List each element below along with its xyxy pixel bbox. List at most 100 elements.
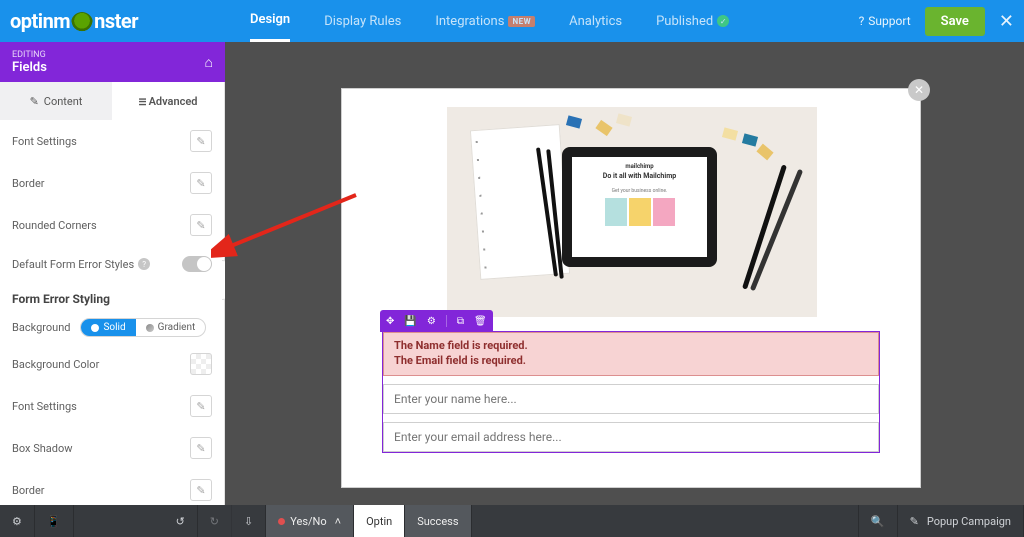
- support-link[interactable]: ? Support: [859, 14, 911, 28]
- close-icon[interactable]: ✕: [999, 11, 1014, 32]
- swatch-chip: [595, 120, 612, 136]
- row-label-text: Default Form Error Styles: [12, 258, 134, 271]
- background-mode-gradient[interactable]: Gradient: [136, 319, 206, 336]
- row-background-mode: Background Solid Gradient: [0, 312, 224, 343]
- form-error-box: The Name field is required. The Email fi…: [383, 332, 879, 376]
- seg-label: Solid: [103, 322, 125, 333]
- row-font-settings: Font Settings: [0, 120, 224, 162]
- settings-gear-icon[interactable]: ⚙: [0, 505, 35, 537]
- name-input[interactable]: [383, 384, 879, 414]
- row-label: Box Shadow: [12, 442, 73, 455]
- view-label: Yes/No: [290, 515, 326, 528]
- error-line-email: The Email field is required.: [394, 354, 868, 369]
- block-toolbar: ✥ 💾 ⚙ ⧉ 🗑: [380, 310, 493, 332]
- edit-font-settings-2-button[interactable]: [190, 395, 212, 417]
- brand-text-1: optinm: [10, 9, 70, 33]
- email-input[interactable]: [383, 422, 879, 452]
- mailchimp-title: Do it all with Mailchimp: [572, 172, 707, 180]
- form-block[interactable]: ✥ 💾 ⚙ ⧉ 🗑 The Name field is required. Th…: [382, 331, 880, 453]
- support-label: Support: [868, 14, 910, 28]
- swatch-chip: [756, 144, 773, 161]
- export-icon[interactable]: ⇩: [232, 505, 266, 537]
- tablet-screen: mailchimp Do it all with Mailchimp Get y…: [572, 157, 707, 257]
- nav-analytics[interactable]: Analytics: [569, 0, 622, 42]
- mobile-preview-icon[interactable]: 📱: [35, 505, 74, 537]
- mailchimp-subtitle: Get your business online.: [572, 188, 707, 194]
- edit-border-button[interactable]: [190, 172, 212, 194]
- undo-icon[interactable]: ↺: [164, 505, 198, 537]
- row-background-color: Background Color: [0, 343, 224, 385]
- row-label: Background Color: [12, 358, 99, 371]
- settings-icon[interactable]: ⚙: [427, 316, 436, 327]
- preview-close-icon[interactable]: ✕: [908, 79, 930, 101]
- search-icon[interactable]: 🔍: [859, 505, 898, 537]
- popup-preview[interactable]: ✕ mailchimp Do it all with Mailchimp Get…: [341, 88, 921, 488]
- panel-tabs: Content Advanced: [0, 82, 224, 120]
- tab-content[interactable]: Content: [0, 82, 112, 120]
- selected-block-outline: The Name field is required. The Email fi…: [382, 331, 880, 453]
- edit-box-shadow-button[interactable]: [190, 437, 212, 459]
- save-block-icon[interactable]: 💾: [404, 316, 416, 327]
- mailchimp-thumbs: [572, 198, 707, 226]
- swatch-chip: [566, 115, 582, 128]
- edit-rounded-corners-button[interactable]: [190, 214, 212, 236]
- delete-icon[interactable]: 🗑: [474, 316, 487, 327]
- nav-design[interactable]: Design: [250, 0, 290, 42]
- view-success[interactable]: Success: [405, 505, 471, 537]
- nav-display-rules[interactable]: Display Rules: [324, 0, 401, 42]
- view-optin[interactable]: Optin: [354, 505, 405, 537]
- nav-published[interactable]: Published ✓: [656, 0, 729, 42]
- home-icon[interactable]: ⌂: [205, 54, 213, 71]
- background-mode-solid[interactable]: Solid: [81, 319, 135, 336]
- default-error-styles-toggle[interactable]: [182, 256, 212, 272]
- top-nav: optinm nster Design Display Rules Integr…: [0, 0, 1024, 42]
- row-default-form-error-styles: Default Form Error Styles ?: [0, 246, 224, 282]
- canvas: ✕ mailchimp Do it all with Mailchimp Get…: [225, 42, 1024, 505]
- editing-title: Fields: [12, 60, 47, 75]
- monster-icon: [71, 12, 93, 34]
- editing-eyebrow: EDITING: [12, 50, 47, 60]
- chevron-up-icon: ˄: [335, 515, 341, 528]
- edit-font-settings-button[interactable]: [190, 130, 212, 152]
- error-line-name: The Name field is required.: [394, 339, 868, 354]
- pencil-icon: [30, 95, 39, 108]
- gradient-icon: [146, 324, 154, 332]
- view-yesno[interactable]: Yes/No ˄: [266, 505, 354, 537]
- left-panel: Content Advanced Font Settings Border Ro…: [0, 82, 225, 505]
- nav-integrations-label: Integrations: [435, 14, 504, 29]
- edit-border-2-button[interactable]: [190, 479, 212, 501]
- swatch-chip: [616, 113, 632, 126]
- nav-integrations[interactable]: Integrations NEW: [435, 0, 535, 42]
- mailchimp-logo: mailchimp: [572, 163, 707, 170]
- row-border: Border: [0, 162, 224, 204]
- row-font-settings-2: Font Settings: [0, 385, 224, 427]
- redo-icon[interactable]: ↻: [198, 505, 232, 537]
- brand-text-2: nster: [94, 9, 138, 33]
- sliders-icon: [139, 95, 144, 108]
- dot-icon: [91, 324, 99, 332]
- seg-label: Gradient: [158, 322, 196, 333]
- duplicate-icon[interactable]: ⧉: [457, 316, 464, 327]
- tab-content-label: Content: [44, 95, 83, 108]
- row-box-shadow: Box Shadow: [0, 427, 224, 469]
- row-label: Font Settings: [12, 135, 77, 148]
- move-icon[interactable]: ✥: [386, 316, 394, 327]
- tab-advanced[interactable]: Advanced: [112, 82, 224, 120]
- nav-tabs: Design Display Rules Integrations NEW An…: [180, 0, 729, 42]
- swatch-chip: [722, 127, 738, 140]
- background-color-swatch[interactable]: [190, 353, 212, 375]
- save-button[interactable]: Save: [925, 7, 985, 36]
- campaign-type[interactable]: Popup Campaign: [898, 505, 1024, 537]
- help-icon: ?: [859, 14, 865, 28]
- tablet-graphic: mailchimp Do it all with Mailchimp Get y…: [562, 147, 717, 267]
- panel-scroll[interactable]: Font Settings Border Rounded Corners Def…: [0, 120, 224, 505]
- row-label: Rounded Corners: [12, 219, 97, 232]
- row-rounded-corners: Rounded Corners: [0, 204, 224, 246]
- editing-titleblock: EDITING Fields: [12, 50, 47, 75]
- section-form-error-styling: Form Error Styling: [0, 282, 224, 312]
- hero-image: mailchimp Do it all with Mailchimp Get y…: [447, 107, 817, 317]
- row-label: Default Form Error Styles ?: [12, 258, 150, 271]
- bottom-bar: ⚙ 📱 ↺ ↻ ⇩ Yes/No ˄ Optin Success 🔍 Popup…: [0, 505, 1024, 537]
- help-tooltip-icon[interactable]: ?: [138, 258, 150, 270]
- row-label: Border: [12, 484, 45, 497]
